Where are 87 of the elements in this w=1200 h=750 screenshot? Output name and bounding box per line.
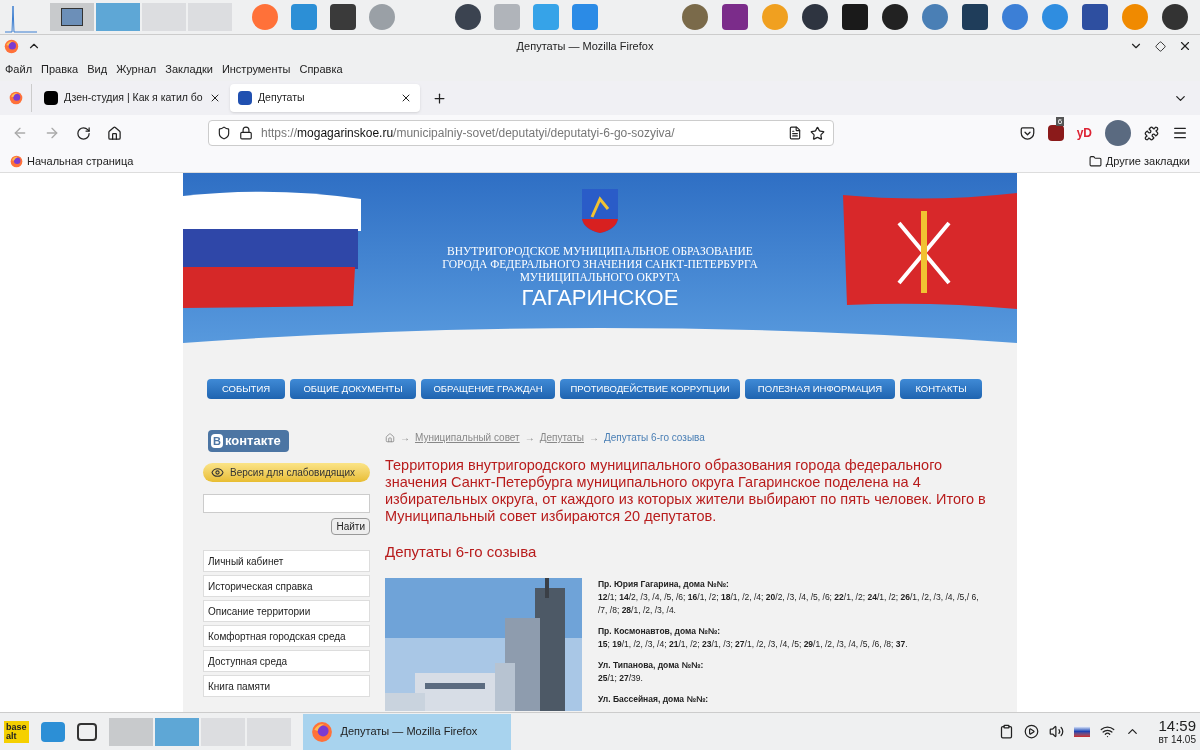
sidebar-item[interactable]: Личный кабинет [203, 550, 370, 572]
app-launcher-icon[interactable] [882, 4, 908, 30]
menu-icon[interactable] [1172, 125, 1188, 141]
breadcrumb-arrow: → [589, 431, 599, 445]
browser-tab[interactable]: Депутаты [230, 84, 420, 112]
breadcrumb-arrow: → [524, 431, 535, 445]
bookmark-item[interactable]: Начальная страница [10, 153, 134, 170]
search-field[interactable] [203, 494, 370, 513]
window-title: Депутаты — Mozilla Firefox [515, 38, 655, 54]
wifi-icon[interactable] [1100, 724, 1116, 739]
extensions-icon[interactable] [1144, 125, 1159, 141]
accessibility-button[interactable]: Версия для слабовидящих [203, 463, 370, 482]
desktop-pager[interactable] [50, 3, 94, 31]
sidebar-item[interactable]: Книга памяти [203, 675, 370, 697]
extension-icon[interactable]: yD [1076, 124, 1092, 142]
extension-icon[interactable] [1047, 125, 1064, 141]
firefox-icon [10, 155, 23, 168]
nav-button[interactable]: ПОЛЕЗНАЯ ИНФОРМАЦИЯ [745, 379, 895, 399]
address-bar[interactable]: https://mogagarinskoe.ru/municipalniy-sovet/deputatyi/deputatyi-6-go-sozyiva/ [208, 120, 834, 146]
street-title: Ул. Бассейная, дома №№: [598, 692, 710, 706]
menu-item[interactable]: Файл [5, 60, 33, 78]
coat-of-arms-icon [582, 189, 618, 233]
menu-item[interactable]: Правка [41, 60, 79, 78]
reload-icon[interactable] [76, 125, 91, 141]
sidebar-item[interactable]: Историческая справка [203, 575, 370, 597]
close-tab-icon[interactable] [400, 92, 412, 104]
shield-icon[interactable] [217, 126, 231, 140]
pocket-icon[interactable] [1019, 125, 1035, 141]
home-icon[interactable] [107, 125, 122, 141]
bookmark-star-icon[interactable] [810, 125, 825, 141]
other-bookmarks[interactable]: Другие закладки [1088, 153, 1190, 170]
app-launcher-icon[interactable] [802, 4, 828, 30]
url-text: https://mogagarinskoe.ru/municipalniy-sovet/deputatyi/deputatyi-6-go-sozyiva/ [261, 125, 675, 142]
folder-icon [1088, 155, 1102, 168]
keyboard-layout-icon[interactable] [1074, 726, 1091, 737]
reader-view-icon[interactable] [788, 126, 802, 140]
nav-button[interactable]: СОБЫТИЯ [207, 379, 285, 399]
app-launcher-icon[interactable] [455, 4, 481, 30]
clock-date: вт 14.05 [1158, 733, 1196, 746]
street-title: Ул. Типанова, дома №№: [598, 658, 705, 672]
header-text: ВНУТРИГОРОДСКОЕ МУНИЦИПАЛЬНОЕ ОБРАЗОВАНИЕ [447, 245, 753, 258]
nav-button[interactable]: ОБЩИЕ ДОКУМЕНТЫ [290, 379, 416, 399]
street-title: Пр. Космонавтов, дома №№: [598, 624, 722, 638]
extension-icon[interactable] [1105, 120, 1131, 146]
menu-item[interactable]: Справка [299, 60, 343, 78]
section-heading: Депутаты 6-го созыва [385, 542, 538, 562]
house-numbers: 25/1; 27/39. [598, 671, 644, 685]
badge: 6 [1055, 117, 1065, 126]
task-button[interactable]: Депутаты — Mozilla Firefox [302, 713, 511, 750]
desktop-icon[interactable] [76, 722, 97, 741]
house-numbers: 12/1; 14/2, /3, /4, /5, /6; 16/1, /2; 18/1, /2, /4; 20/2, /3, /4, /5, /6; 22/1, /2; 24/1, /2; 26/1, /2, /3, /4, /5,/ 6, /7, /8; 28/1, /2, /3, /4. [598, 590, 980, 617]
media-icon[interactable] [1024, 724, 1040, 739]
firefox-icon [8, 91, 23, 105]
nav-button[interactable]: ОБРАЩЕНИЕ ГРАЖДАН [421, 379, 555, 399]
breadcrumb-current: Депутаты 6-го созыва [604, 431, 705, 445]
sidebar-item[interactable]: Комфортная городская среда [203, 625, 370, 647]
maximize-icon[interactable] [1155, 40, 1166, 52]
menu-item[interactable]: Журнал [116, 60, 157, 78]
house-numbers: 15; 19/1, /2, /3, /4; 21/1, /2; 23/1, /3; 27/1, /2, /3, /4, /5; 29/1, /2, /3, /4, /5, /6, /8; 37. [598, 637, 909, 651]
new-tab-icon[interactable] [432, 90, 447, 106]
start-menu-logo[interactable]: base alt [4, 720, 29, 743]
menu-item[interactable]: Закладки [165, 60, 213, 78]
firefox-icon [310, 720, 333, 743]
sidebar-item[interactable]: Описание территории [203, 600, 370, 622]
sidebar-item[interactable]: Доступная среда [203, 650, 370, 672]
search-button[interactable]: Найти [331, 518, 370, 535]
eye-icon [211, 466, 224, 479]
nav-button[interactable]: КОНТАКТЫ [900, 379, 982, 399]
clipboard-icon[interactable] [999, 724, 1015, 739]
menu-item[interactable]: Инструменты [221, 60, 291, 78]
browser-tab[interactable]: Дзен-студия | Как я катил бо [36, 84, 226, 112]
clock-time[interactable]: 14:59 [1158, 717, 1196, 734]
file-manager-icon[interactable] [40, 721, 65, 742]
vk-button[interactable]: В контакте [208, 430, 289, 452]
menu-item[interactable]: Вид [87, 60, 108, 78]
app-launcher-icon[interactable] [1162, 4, 1188, 30]
site-name: ГАГАРИНСКОЕ [521, 284, 679, 312]
nav-button[interactable]: ПРОТИВОДЕЙСТВИЕ КОРРУПЦИИ [560, 379, 740, 399]
close-icon[interactable] [1178, 39, 1192, 53]
firefox-icon [4, 38, 19, 54]
volume-icon[interactable] [1049, 724, 1065, 739]
lock-icon[interactable] [239, 126, 253, 140]
header-text: ГОРОДА ФЕДЕРАЛЬНОГО ЗНАЧЕНИЯ САНКТ-ПЕТЕРБУРГА [442, 258, 758, 271]
street-title: Пр. Юрия Гагарина, дома №№: [598, 577, 730, 591]
intro-text: Территория внутригородского муниципального образования города федерального значения Санкт-Петербурга муниципального округа Гагаринское поделена на 4 избирательных округа, от каждого из которых жители выбирают по пять человек. Итого в Муниципальный совет избираются 20 депутатов. [385, 457, 987, 525]
breadcrumb-arrow: → [400, 431, 410, 445]
header-text: МУНИЦИПАЛЬНОГО ОКРУГА [519, 271, 681, 284]
